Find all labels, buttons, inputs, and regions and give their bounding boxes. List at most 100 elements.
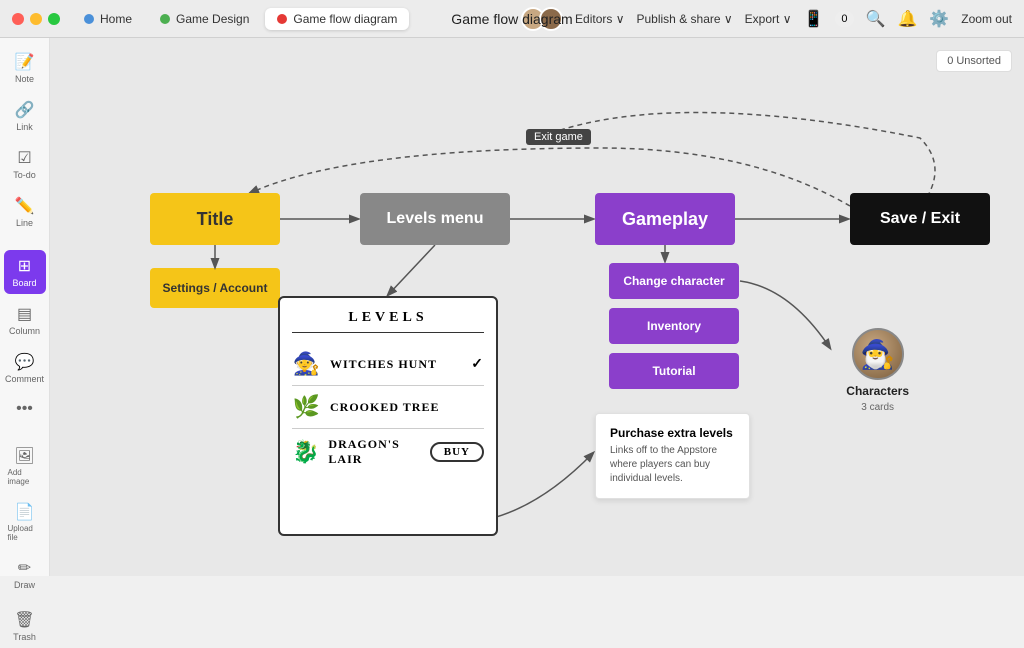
node-levels-label: Levels menu xyxy=(387,210,484,228)
gear-icon[interactable]: ⚙️ xyxy=(929,9,949,29)
sidebar-item-addimage[interactable]: 🖼 Add image xyxy=(4,440,46,492)
note-icon: 📝 xyxy=(15,52,35,72)
level-2-name: CROOKED TREE xyxy=(330,400,439,415)
line-icon: ✏️ xyxy=(15,196,35,216)
board-icon: ⊞ xyxy=(18,256,31,276)
bell-icon[interactable]: 🔔 xyxy=(897,9,917,29)
sidebar-item-note[interactable]: 📝 Note xyxy=(4,46,46,90)
sidebar-addimage-label: Add image xyxy=(8,468,42,486)
node-title[interactable]: Title xyxy=(150,193,280,245)
node-tutorial[interactable]: Tutorial xyxy=(609,353,739,389)
node-save-exit[interactable]: Save / Exit xyxy=(850,193,990,245)
zoomout-button[interactable]: Zoom out xyxy=(961,12,1012,26)
buy-button[interactable]: BUY xyxy=(430,442,484,462)
column-icon: ▤ xyxy=(17,304,32,324)
sidebar-item-column[interactable]: ▤ Column xyxy=(4,298,46,342)
page-title: Game flow diagram xyxy=(451,11,572,27)
dragon-icon: 🐉 xyxy=(292,439,320,465)
tab-game-design[interactable]: Game Design xyxy=(148,8,261,30)
tab-dot-game-flow xyxy=(277,14,287,24)
sidebar-item-draw[interactable]: ✏ Draw xyxy=(4,552,46,596)
node-title-label: Title xyxy=(197,209,234,230)
sidebar-item-upload[interactable]: 📄 Upload file xyxy=(4,496,46,548)
tab-game-flow[interactable]: Game flow diagram xyxy=(265,8,409,30)
editors-button[interactable]: Editors ∨ xyxy=(575,12,624,26)
tab-home-label: Home xyxy=(100,12,132,26)
levels-card: LEVELS 🧙 WITCHES HUNT ✓ 🌿 CROOKED TREE 🐉… xyxy=(278,296,498,536)
sidebar-item-board[interactable]: ⊞ Board xyxy=(4,250,46,294)
characters-count: 3 cards xyxy=(861,402,894,413)
more-icon: ••• xyxy=(16,400,33,418)
phone-badge: 0 xyxy=(835,11,853,27)
node-gameplay[interactable]: Gameplay xyxy=(595,193,735,245)
sidebar-note-label: Note xyxy=(15,74,34,84)
upload-icon: 📄 xyxy=(15,502,35,522)
topbar-right: Editors ∨ Publish & share ∨ Export ∨ 📱 0… xyxy=(521,7,1012,31)
tab-game-design-label: Game Design xyxy=(176,12,249,26)
comment-icon: 💬 xyxy=(15,352,35,372)
sidebar-item-trash[interactable]: 🗑 Trash xyxy=(4,604,46,648)
publish-button[interactable]: Publish & share ∨ xyxy=(637,12,733,26)
sidebar-column-label: Column xyxy=(9,326,40,336)
window-controls xyxy=(12,13,60,25)
sidebar-item-line[interactable]: ✏️ Line xyxy=(4,190,46,234)
export-button[interactable]: Export ∨ xyxy=(745,12,792,26)
node-inventory-label: Inventory xyxy=(647,319,701,333)
characters-label: Characters xyxy=(846,384,909,398)
sidebar-line-label: Line xyxy=(16,218,33,228)
level-item-1[interactable]: 🧙 WITCHES HUNT ✓ xyxy=(292,343,484,386)
tooltip-body: Links off to the Appstore where players … xyxy=(610,444,735,486)
sidebar-comment-label: Comment xyxy=(5,374,44,384)
trash-icon: 🗑 xyxy=(14,610,34,630)
sidebar-trash-label: Trash xyxy=(13,632,36,642)
todo-icon: ☑ xyxy=(17,148,31,168)
level-3-name: DRAGON'S LAIR xyxy=(328,437,421,467)
addimage-icon: 🖼 xyxy=(14,446,34,466)
level-item-3[interactable]: 🐉 DRAGON'S LAIR BUY xyxy=(292,429,484,475)
sidebar-link-label: Link xyxy=(16,122,33,132)
sidebar: 📝 Note 🔗 Link ☑ To-do ✏️ Line ⊞ Board ▤ … xyxy=(0,38,50,576)
minimize-button[interactable] xyxy=(30,13,42,25)
characters-card: 🧙‍♂️ Characters 3 cards xyxy=(846,328,909,413)
canvas: 0 Unsorted xyxy=(50,38,1024,576)
node-levels-menu[interactable]: Levels menu xyxy=(360,193,510,245)
node-settings-label: Settings / Account xyxy=(163,281,268,295)
character-avatar: 🧙‍♂️ xyxy=(852,328,904,380)
tab-dot-game-design xyxy=(160,14,170,24)
levels-card-title: LEVELS xyxy=(292,310,484,333)
level-1-name: WITCHES HUNT xyxy=(330,357,437,372)
tooltip-title: Purchase extra levels xyxy=(610,426,735,440)
exit-label: Exit game xyxy=(526,129,591,145)
level-item-2[interactable]: 🌿 CROOKED TREE xyxy=(292,386,484,429)
node-saveexit-label: Save / Exit xyxy=(880,210,960,228)
node-gameplay-label: Gameplay xyxy=(622,209,708,230)
check-icon: ✓ xyxy=(471,356,484,373)
sidebar-board-label: Board xyxy=(12,278,36,288)
search-icon[interactable]: 🔍 xyxy=(866,9,886,29)
node-inventory[interactable]: Inventory xyxy=(609,308,739,344)
link-icon: 🔗 xyxy=(15,100,35,120)
node-settings[interactable]: Settings / Account xyxy=(150,268,280,308)
node-change-label: Change character xyxy=(623,274,724,288)
titlebar: Home Game Design Game flow diagram Game … xyxy=(0,0,1024,38)
tab-dot-home xyxy=(84,14,94,24)
node-tutorial-label: Tutorial xyxy=(652,364,695,378)
main-layout: 📝 Note 🔗 Link ☑ To-do ✏️ Line ⊞ Board ▤ … xyxy=(0,38,1024,576)
sidebar-item-more[interactable]: ••• xyxy=(4,394,46,424)
tooltip-box: Purchase extra levels Links off to the A… xyxy=(595,413,750,499)
unsorted-badge: 0 Unsorted xyxy=(936,50,1012,72)
tab-game-flow-label: Game flow diagram xyxy=(293,12,397,26)
phone-icon: 📱 xyxy=(803,9,823,29)
sidebar-draw-label: Draw xyxy=(14,580,35,590)
sidebar-todo-label: To-do xyxy=(13,170,36,180)
close-button[interactable] xyxy=(12,13,24,25)
sidebar-item-todo[interactable]: ☑ To-do xyxy=(4,142,46,186)
tree-icon: 🌿 xyxy=(292,394,322,420)
tab-home[interactable]: Home xyxy=(72,8,144,30)
sidebar-item-comment[interactable]: 💬 Comment xyxy=(4,346,46,390)
maximize-button[interactable] xyxy=(48,13,60,25)
sidebar-upload-label: Upload file xyxy=(8,524,42,542)
witches-icon: 🧙 xyxy=(292,351,322,377)
sidebar-item-link[interactable]: 🔗 Link xyxy=(4,94,46,138)
node-change-character[interactable]: Change character xyxy=(609,263,739,299)
